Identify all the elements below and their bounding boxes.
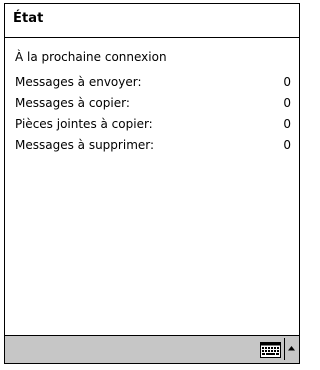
status-row-messages-to-delete: Messages à supprimer: 0 <box>15 138 291 156</box>
row-label: Pièces jointes à copier: <box>15 117 153 131</box>
input-panel-toggle-button[interactable] <box>284 338 298 360</box>
status-row-attachments-to-copy: Pièces jointes à copier: 0 <box>15 117 291 135</box>
keyboard-icon <box>260 342 281 358</box>
status-row-messages-to-send: Messages à envoyer: 0 <box>15 75 291 93</box>
row-label: Messages à envoyer: <box>15 75 142 89</box>
row-label: Messages à supprimer: <box>15 138 155 152</box>
row-value: 0 <box>283 117 291 131</box>
status-window: État À la prochaine connexion Messages à… <box>4 3 300 364</box>
status-panel: À la prochaine connexion Messages à envo… <box>5 38 299 335</box>
bottom-bar <box>5 335 299 363</box>
row-value: 0 <box>283 138 291 152</box>
title-bar: État <box>5 4 299 38</box>
window-title: État <box>13 11 44 26</box>
row-value: 0 <box>283 96 291 110</box>
section-heading: À la prochaine connexion <box>15 50 167 64</box>
up-arrow-icon <box>288 346 295 351</box>
row-label: Messages à copier: <box>15 96 130 110</box>
status-row-messages-to-copy: Messages à copier: 0 <box>15 96 291 114</box>
keyboard-button[interactable] <box>260 342 281 358</box>
row-value: 0 <box>283 75 291 89</box>
